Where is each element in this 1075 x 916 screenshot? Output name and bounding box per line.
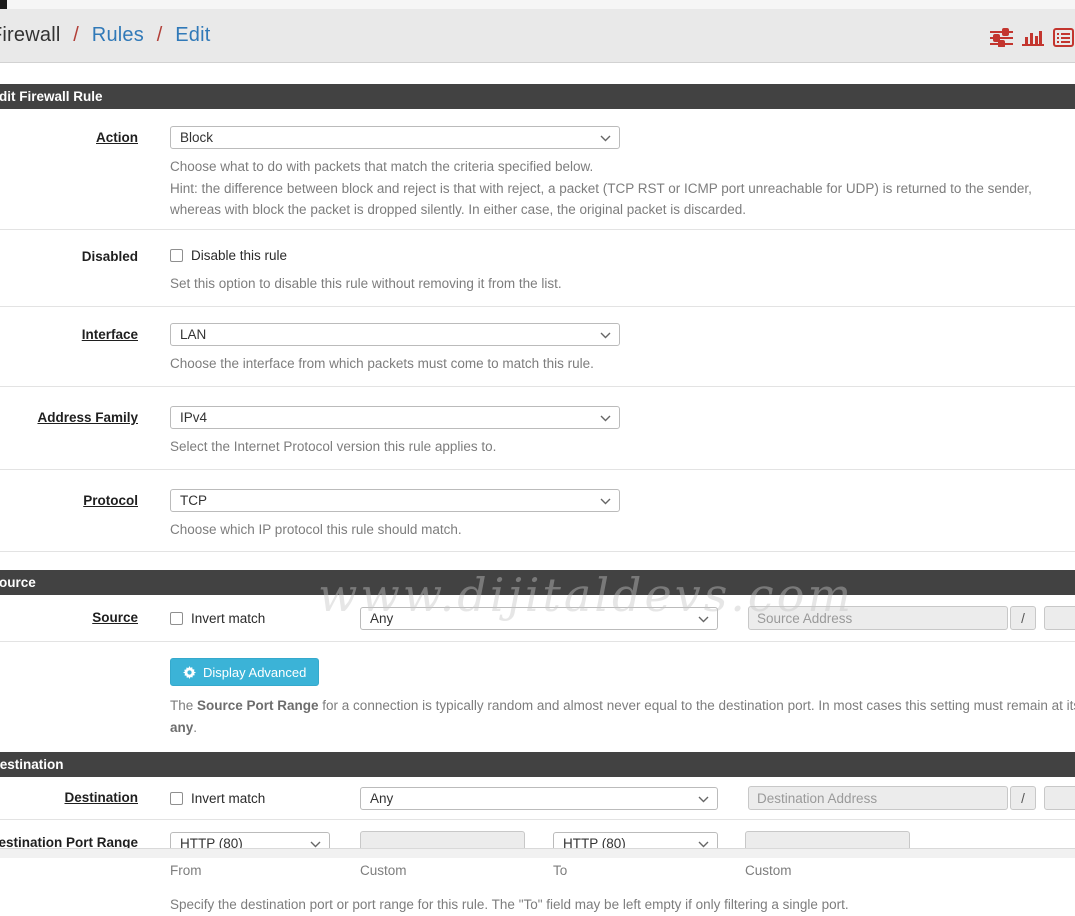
- port-to-sublabel: To: [553, 863, 718, 878]
- chevron-down-icon: [698, 796, 709, 803]
- chevron-down-icon: [698, 616, 709, 623]
- source-invert-label: Invert match: [191, 611, 265, 626]
- destination-cidr-separator: /: [1010, 786, 1036, 810]
- destination-invert-checkbox[interactable]: [170, 792, 183, 805]
- destination-section-title: Destination: [0, 757, 64, 772]
- disabled-label: Disabled: [0, 248, 138, 295]
- source-type-value: Any: [370, 611, 393, 626]
- port-from-custom-sublabel: Custom: [360, 863, 525, 878]
- disable-rule-option[interactable]: Disable this rule: [170, 248, 1075, 263]
- disable-rule-checkbox[interactable]: [170, 249, 183, 262]
- address-family-select-value: IPv4: [180, 410, 207, 425]
- destination-section-header: Destination: [0, 752, 1075, 777]
- destination-type-select[interactable]: Any: [360, 787, 718, 810]
- disabled-row: Disabled Disable this rule Set this opti…: [0, 230, 1075, 308]
- source-address-input: [748, 606, 1008, 630]
- spacer: [0, 63, 1075, 84]
- sliders-icon[interactable]: [990, 28, 1013, 47]
- destination-invert-option[interactable]: Invert match: [170, 791, 360, 806]
- protocol-label: Protocol: [0, 489, 138, 541]
- display-advanced-label: Display Advanced: [203, 665, 306, 680]
- breadcrumb-link-rules[interactable]: Rules: [92, 24, 144, 46]
- destination-port-range-row: Destination Port Range HTTP (80) HTTP (8…: [0, 820, 1075, 916]
- breadcrumb-separator: /: [66, 24, 86, 46]
- panel-title: Edit Firewall Rule: [0, 84, 1075, 109]
- chevron-down-icon: [600, 135, 611, 142]
- list-icon[interactable]: [1053, 28, 1074, 47]
- protocol-select-value: TCP: [180, 493, 207, 508]
- destination-invert-label: Invert match: [191, 791, 265, 806]
- destination-port-range-label: Destination Port Range: [0, 831, 138, 916]
- breadcrumb-section: Firewall: [0, 24, 61, 46]
- chevron-down-icon: [310, 841, 321, 848]
- address-family-help: Select the Internet Protocol version thi…: [170, 436, 1075, 458]
- address-family-label: Address Family: [0, 406, 138, 458]
- panel-title-text: Edit Firewall Rule: [0, 89, 103, 104]
- source-invert-option[interactable]: Invert match: [170, 611, 360, 626]
- chevron-down-icon: [698, 841, 709, 848]
- breadcrumb: Firewall / Rules / Edit: [0, 24, 211, 47]
- action-label: Action: [0, 126, 138, 221]
- page: Firewall / Rules / Edit: [0, 0, 1075, 916]
- source-invert-checkbox[interactable]: [170, 612, 183, 625]
- interface-row: Interface LAN Choose the interface from …: [0, 307, 1075, 387]
- interface-select-value: LAN: [180, 327, 206, 342]
- gear-icon: [183, 666, 196, 679]
- destination-label: Destination: [0, 786, 138, 810]
- action-help-2: Hint: the difference between block and r…: [170, 178, 1070, 221]
- source-port-help: The Source Port Range for a connection i…: [170, 695, 1075, 738]
- source-section-title: Source: [0, 575, 36, 590]
- disable-rule-checkbox-label: Disable this rule: [191, 248, 287, 263]
- action-row: Action Block Choose what to do with pack…: [0, 109, 1075, 230]
- port-to-custom-sublabel: Custom: [745, 863, 910, 878]
- display-advanced-button[interactable]: Display Advanced: [170, 658, 319, 686]
- port-range-help: Specify the destination port or port ran…: [170, 894, 1075, 916]
- port-from-sublabel: From: [170, 863, 330, 878]
- source-row: Source Invert match Any /: [0, 595, 1075, 642]
- action-select[interactable]: Block: [170, 126, 620, 149]
- protocol-row: Protocol TCP Choose which IP protocol th…: [0, 470, 1075, 553]
- interface-help: Choose the interface from which packets …: [170, 353, 1075, 375]
- destination-address-input: [748, 786, 1008, 810]
- action-help-1: Choose what to do with packets that matc…: [170, 156, 1075, 178]
- source-type-select[interactable]: Any: [360, 607, 718, 630]
- protocol-help: Choose which IP protocol this rule shoul…: [170, 519, 1075, 541]
- source-advanced-block: Display Advanced The Source Port Range f…: [0, 642, 1075, 752]
- source-mask-select: [1044, 606, 1075, 630]
- bar-chart-icon[interactable]: [1022, 28, 1044, 47]
- breadcrumb-link-edit[interactable]: Edit: [175, 24, 210, 46]
- address-family-select[interactable]: IPv4: [170, 406, 620, 429]
- source-label: Source: [0, 606, 138, 630]
- interface-label: Interface: [0, 323, 138, 375]
- protocol-select[interactable]: TCP: [170, 489, 620, 512]
- chevron-down-icon: [600, 332, 611, 339]
- top-strip: [0, 0, 1075, 9]
- destination-row: Destination Invert match Any /: [0, 777, 1075, 820]
- source-cidr-separator: /: [1010, 606, 1036, 630]
- source-section-header: Source: [0, 570, 1075, 595]
- action-select-value: Block: [180, 130, 213, 145]
- breadcrumb-separator: /: [150, 24, 170, 46]
- header-shortcut-icons: [990, 28, 1074, 47]
- breadcrumb-bar: Firewall / Rules / Edit: [0, 9, 1075, 63]
- destination-mask-select: [1044, 786, 1075, 810]
- chevron-down-icon: [600, 415, 611, 422]
- chevron-down-icon: [600, 498, 611, 505]
- address-family-row: Address Family IPv4 Select the Internet …: [0, 387, 1075, 470]
- interface-select[interactable]: LAN: [170, 323, 620, 346]
- disabled-help: Set this option to disable this rule wit…: [170, 273, 1075, 295]
- spacer: [0, 552, 1075, 570]
- destination-type-value: Any: [370, 791, 393, 806]
